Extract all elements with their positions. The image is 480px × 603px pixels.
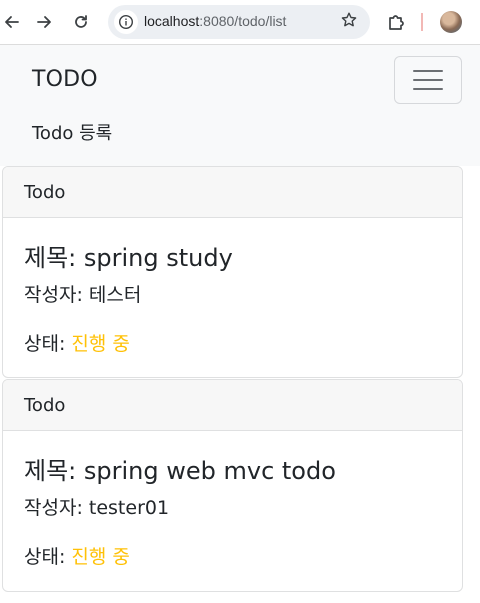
info-icon[interactable] <box>114 10 138 34</box>
todo-writer: 작성자: tester01 <box>24 493 169 520</box>
title-label: 제목: <box>24 457 84 485</box>
reload-icon[interactable] <box>69 10 93 34</box>
status-value: 진행 중 <box>71 546 130 568</box>
todo-card: Todo 제목: spring study 작성자: 테스터 상태: 진행 중 <box>2 166 463 378</box>
todo-card: Todo 제목: spring web mvc todo 작성자: tester… <box>2 379 463 592</box>
todo-status: 상태: 진행 중 <box>24 542 130 569</box>
card-header: Todo <box>3 167 462 218</box>
address-bar[interactable]: localhost:8080/todo/list <box>108 5 370 39</box>
card-header: Todo <box>3 380 462 431</box>
title-value: spring web mvc todo <box>83 457 336 485</box>
todo-title: 제목: spring web mvc todo <box>24 451 336 486</box>
hamburger-icon-line <box>413 70 443 72</box>
todo-writer: 작성자: 테스터 <box>24 280 141 307</box>
url-host: localhost <box>144 13 200 29</box>
browser-toolbar: localhost:8080/todo/list <box>0 0 480 45</box>
title-label: 제목: <box>24 244 84 272</box>
star-icon[interactable] <box>340 11 358 34</box>
url-text: localhost:8080/todo/list <box>144 13 286 29</box>
todo-status: 상태: 진행 중 <box>24 329 130 356</box>
status-label: 상태: <box>24 333 72 355</box>
navbar-brand[interactable]: TODO <box>32 67 98 92</box>
writer-label: 작성자: <box>24 497 89 519</box>
puzzle-icon[interactable] <box>386 11 408 33</box>
avatar[interactable] <box>440 11 462 33</box>
hamburger-icon-line <box>413 79 443 81</box>
navbar-toggler-button[interactable] <box>394 56 462 104</box>
nav-link-todo-register[interactable]: Todo 등록 <box>32 119 112 145</box>
todo-title: 제목: spring study <box>24 238 233 273</box>
card-body: 제목: spring study 작성자: 테스터 상태: 진행 중 <box>3 218 462 377</box>
hamburger-icon-line <box>413 88 443 90</box>
forward-arrow-icon[interactable] <box>32 10 56 34</box>
status-value: 진행 중 <box>71 333 130 355</box>
writer-label: 작성자: <box>24 284 89 306</box>
card-body: 제목: spring web mvc todo 작성자: tester01 상태… <box>3 431 462 591</box>
toolbar-divider <box>421 13 423 31</box>
back-arrow-icon[interactable] <box>0 10 24 34</box>
navbar: TODO Todo 등록 <box>0 45 480 166</box>
writer-value: 테스터 <box>88 284 142 306</box>
url-path: :8080/todo/list <box>199 13 287 29</box>
status-label: 상태: <box>24 546 72 568</box>
writer-value: tester01 <box>88 497 170 519</box>
title-value: spring study <box>83 244 233 272</box>
